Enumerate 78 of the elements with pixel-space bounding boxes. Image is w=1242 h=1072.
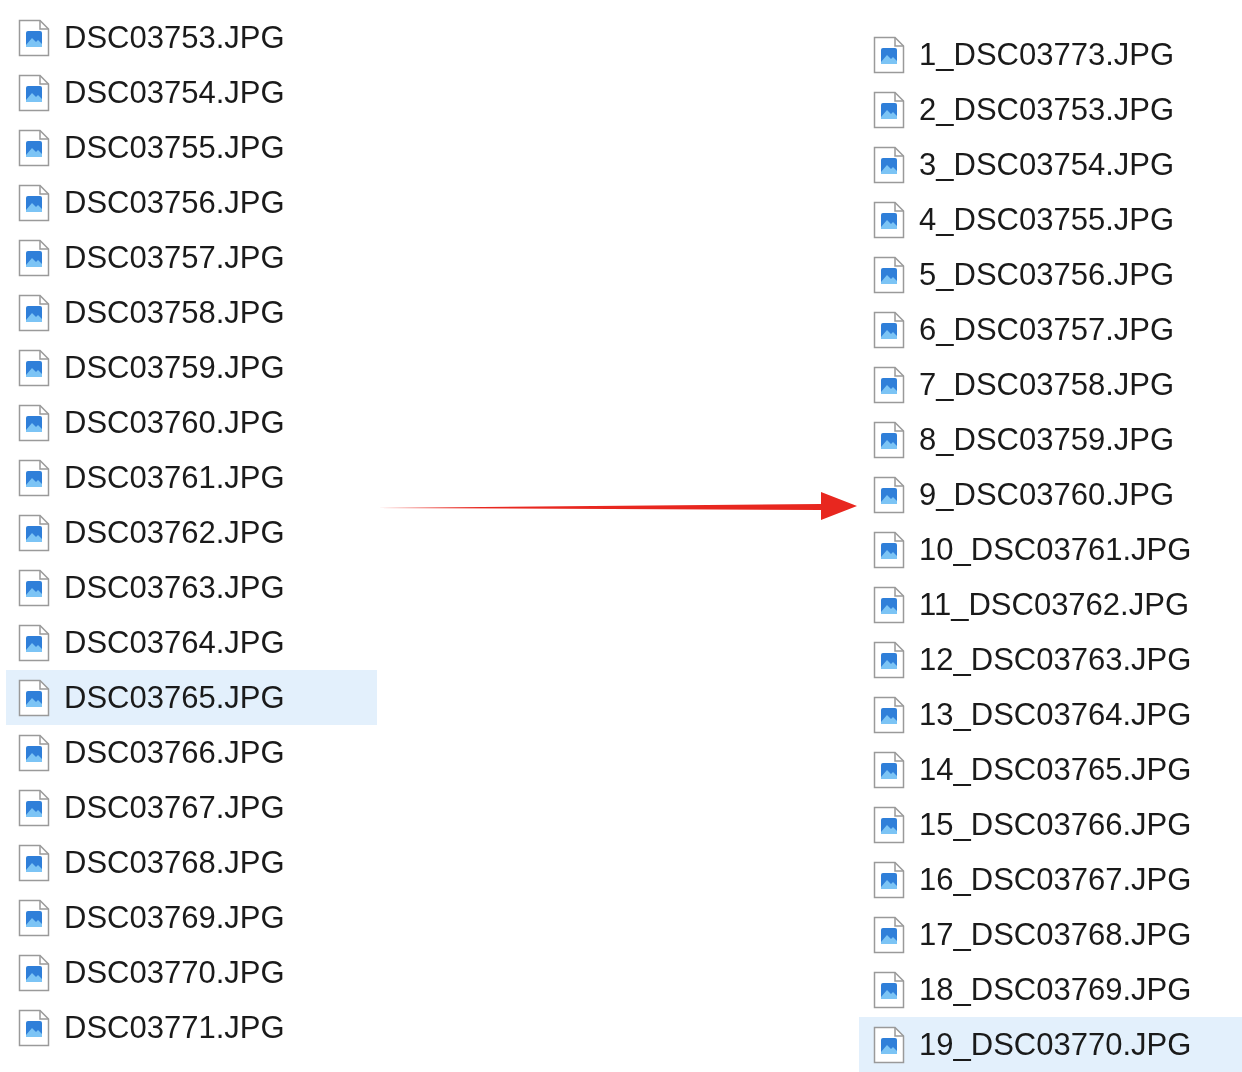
file-name: DSC03767.JPG — [64, 792, 285, 823]
image-file-icon — [873, 475, 905, 514]
image-file-icon — [18, 18, 50, 57]
image-file-icon — [18, 678, 50, 717]
file-name: 10_DSC03761.JPG — [919, 534, 1192, 565]
file-name: 3_DSC03754.JPG — [919, 149, 1175, 180]
image-file-icon — [18, 788, 50, 827]
file-name: DSC03758.JPG — [64, 297, 285, 328]
image-file-icon — [18, 293, 50, 332]
file-row[interactable]: DSC03765.JPG — [6, 670, 377, 725]
image-file-icon — [873, 695, 905, 734]
file-name: 7_DSC03758.JPG — [919, 369, 1175, 400]
file-name: 15_DSC03766.JPG — [919, 809, 1192, 840]
image-file-icon — [873, 915, 905, 954]
image-file-icon — [18, 238, 50, 277]
image-file-icon — [873, 805, 905, 844]
image-file-icon — [873, 310, 905, 349]
file-name: DSC03759.JPG — [64, 352, 285, 383]
file-name: DSC03769.JPG — [64, 902, 285, 933]
file-name: DSC03756.JPG — [64, 187, 285, 218]
file-name: 9_DSC03760.JPG — [919, 479, 1175, 510]
file-name: 5_DSC03756.JPG — [919, 259, 1175, 290]
image-file-icon — [873, 585, 905, 624]
file-name: DSC03764.JPG — [64, 627, 285, 658]
file-row[interactable]: 19_DSC03770.JPG — [859, 1017, 1242, 1072]
file-name: DSC03768.JPG — [64, 847, 285, 878]
image-file-icon — [18, 953, 50, 992]
file-name: DSC03753.JPG — [64, 22, 285, 53]
file-name: DSC03770.JPG — [64, 957, 285, 988]
image-file-icon — [18, 183, 50, 222]
image-file-icon — [873, 365, 905, 404]
file-name: DSC03755.JPG — [64, 132, 285, 163]
image-file-icon — [18, 128, 50, 167]
image-file-icon — [873, 200, 905, 239]
image-file-icon — [873, 530, 905, 569]
file-name: DSC03763.JPG — [64, 572, 285, 603]
file-name: 1_DSC03773.JPG — [919, 39, 1175, 70]
image-file-icon — [18, 73, 50, 112]
file-name: 12_DSC03763.JPG — [919, 644, 1192, 675]
file-name: 17_DSC03768.JPG — [919, 919, 1192, 950]
file-name: 8_DSC03759.JPG — [919, 424, 1175, 455]
file-name: 2_DSC03753.JPG — [919, 94, 1175, 125]
file-name: DSC03760.JPG — [64, 407, 285, 438]
image-file-icon — [18, 348, 50, 387]
file-name: DSC03765.JPG — [64, 682, 285, 713]
file-name: DSC03757.JPG — [64, 242, 285, 273]
image-file-icon — [873, 255, 905, 294]
file-name: 19_DSC03770.JPG — [919, 1029, 1192, 1060]
file-name: 14_DSC03765.JPG — [919, 754, 1192, 785]
file-name: 13_DSC03764.JPG — [919, 699, 1192, 730]
image-file-icon — [873, 640, 905, 679]
file-name: 6_DSC03757.JPG — [919, 314, 1175, 345]
file-name: DSC03761.JPG — [64, 462, 285, 493]
image-file-icon — [18, 623, 50, 662]
image-file-icon — [18, 843, 50, 882]
image-file-icon — [873, 35, 905, 74]
image-file-icon — [873, 420, 905, 459]
file-name: DSC03762.JPG — [64, 517, 285, 548]
image-file-icon — [873, 970, 905, 1009]
image-file-icon — [18, 898, 50, 937]
image-file-icon — [873, 1025, 905, 1064]
image-file-icon — [18, 568, 50, 607]
image-file-icon — [873, 860, 905, 899]
image-file-icon — [873, 750, 905, 789]
image-file-icon — [18, 733, 50, 772]
image-file-icon — [18, 513, 50, 552]
file-name: DSC03766.JPG — [64, 737, 285, 768]
file-name: DSC03771.JPG — [64, 1012, 285, 1043]
image-file-icon — [18, 403, 50, 442]
image-file-icon — [18, 458, 50, 497]
image-file-icon — [873, 145, 905, 184]
file-name: DSC03754.JPG — [64, 77, 285, 108]
image-file-icon — [873, 90, 905, 129]
file-name: 16_DSC03767.JPG — [919, 864, 1192, 895]
file-name: 11_DSC03762.JPG — [919, 589, 1189, 620]
file-name: 4_DSC03755.JPG — [919, 204, 1175, 235]
image-file-icon — [18, 1008, 50, 1047]
file-name: 18_DSC03769.JPG — [919, 974, 1192, 1005]
